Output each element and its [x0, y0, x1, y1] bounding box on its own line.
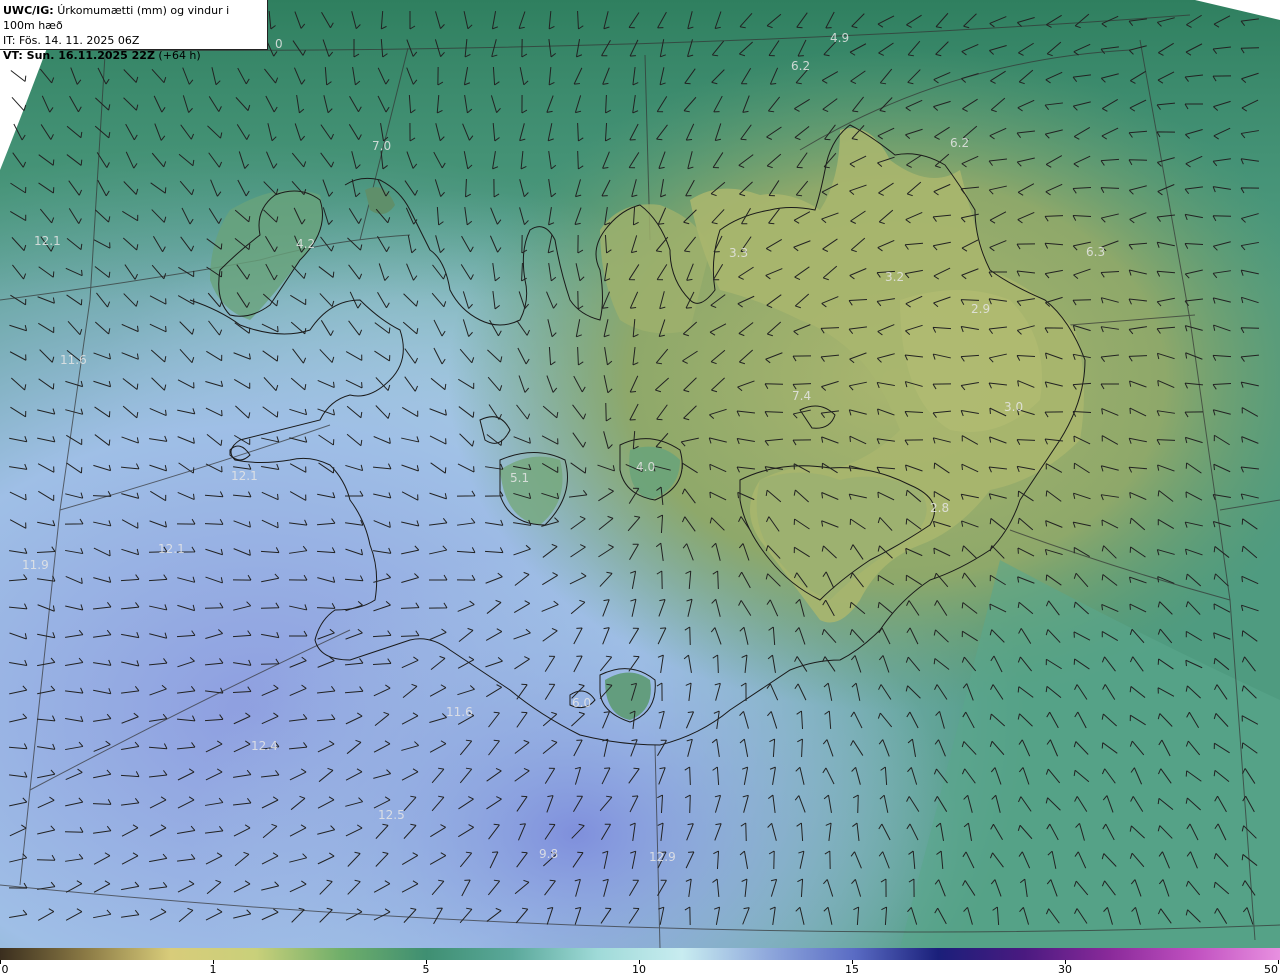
value-label: 11.6 [446, 705, 473, 719]
value-label: 2.9 [971, 302, 990, 316]
value-label: 12.1 [158, 542, 185, 556]
map-header: UWC/IG: Úrkomumætti (mm) og vindur i 100… [0, 0, 268, 62]
colorbar-tick-label: 30 [1058, 963, 1072, 976]
colorbar-tick-label: 50 [1264, 963, 1278, 976]
value-label: 6.2 [791, 59, 810, 73]
colorbar-tick-label: 0 [1, 963, 9, 976]
value-label: 9.8 [539, 847, 558, 861]
value-label: 4.2 [296, 237, 315, 251]
model-name: UWC/IG: [3, 4, 54, 17]
value-label: 6.2 [950, 136, 969, 150]
header-title-line: UWC/IG: Úrkomumætti (mm) og vindur i 100… [3, 3, 264, 33]
valid-time-main: VT: Sun. 16.11.2025 22Z [3, 49, 155, 62]
value-label: 6.0 [572, 696, 591, 710]
value-label: 7.4 [792, 389, 811, 403]
precip-colorbar: 0 1 5 10 15 30 50 [0, 948, 1280, 978]
value-label: 6.3 [1086, 245, 1105, 259]
value-label: 4.9 [830, 31, 849, 45]
colorbar-tick-label: 5 [422, 963, 430, 976]
value-label: 3.3 [729, 246, 748, 260]
colorbar-tick [1278, 960, 1279, 964]
value-label: 0 [275, 37, 283, 51]
value-label: 4.0 [636, 460, 655, 474]
value-label: 5.1 [510, 471, 529, 485]
colorbar-strip [0, 948, 1280, 960]
value-label: 12.1 [34, 234, 61, 248]
value-label: 7.0 [372, 139, 391, 153]
colorbar-tick-label: 10 [632, 963, 646, 976]
forecast-map: 0 4.9 6.2 7.0 6.2 12.1 4.2 3.3 3.2 6.3 2… [0, 0, 1280, 948]
value-label: 11.9 [22, 558, 49, 572]
value-label: 12.5 [378, 808, 405, 822]
value-label: 11.6 [60, 353, 87, 367]
init-time: IT: Fös. 14. 11. 2025 06Z [3, 34, 140, 47]
colorbar-tick-label: 15 [845, 963, 859, 976]
value-label: 3.2 [885, 270, 904, 284]
colorbar-tick-label: 1 [209, 963, 217, 976]
value-label: 12.9 [649, 850, 676, 864]
valid-time: VT: Sun. 16.11.2025 22Z (+64 h) [3, 48, 264, 63]
valid-time-lead: (+64 h) [154, 49, 201, 62]
value-label: 12.4 [251, 739, 278, 753]
value-label: 12.1 [231, 469, 258, 483]
value-label: 3.0 [1004, 400, 1023, 414]
value-label: 2.8 [930, 501, 949, 515]
